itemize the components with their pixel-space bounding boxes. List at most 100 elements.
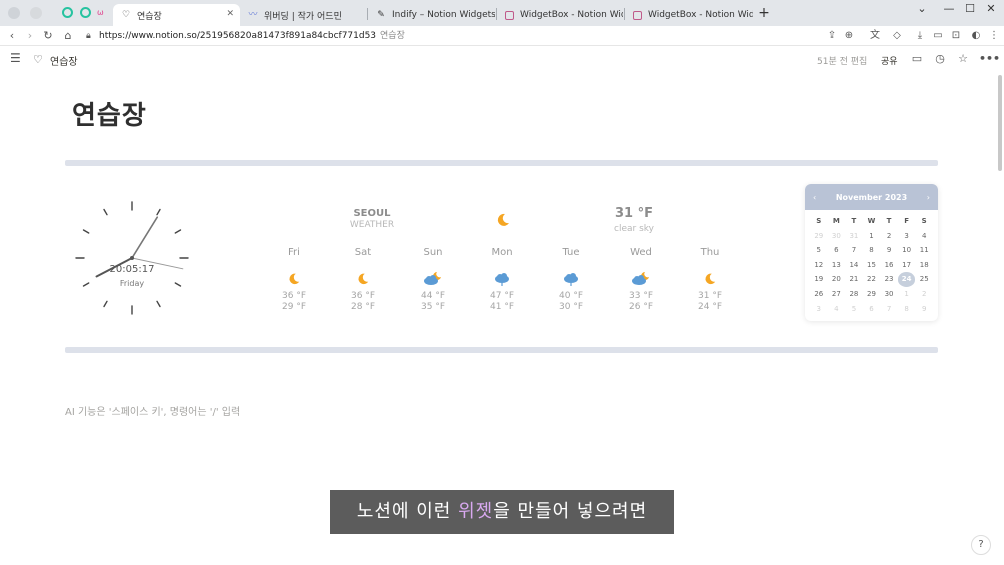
- calendar-day[interactable]: 2: [915, 287, 933, 302]
- download-icon[interactable]: ⤓: [912, 28, 928, 44]
- profile-icon[interactable]: [8, 7, 20, 19]
- calendar-day[interactable]: 30: [828, 229, 846, 244]
- url-field[interactable]: 🔒︎ https://www.notion.so/251956820a81473f…: [86, 28, 405, 44]
- divider: [65, 347, 938, 353]
- history-icon[interactable]: ◷: [933, 52, 947, 66]
- extension-circle-icon[interactable]: [62, 7, 73, 18]
- calendar-day[interactable]: 20: [828, 272, 846, 287]
- minimize-icon[interactable]: —: [939, 2, 959, 15]
- calendar-day[interactable]: 6: [828, 243, 846, 258]
- profile-avatar-icon[interactable]: ◐: [968, 28, 984, 44]
- calendar-day[interactable]: 31: [845, 229, 863, 244]
- pinned-tab-icon[interactable]: ω: [97, 7, 109, 19]
- page-title[interactable]: 연습장: [72, 95, 147, 132]
- chevron-down-icon[interactable]: ⌄: [912, 2, 932, 15]
- calendar-day[interactable]: 2: [880, 229, 898, 244]
- clock-tick: [156, 300, 161, 308]
- calendar-day[interactable]: 29: [810, 229, 828, 244]
- help-button[interactable]: ?: [971, 535, 991, 555]
- browser-tab-strip: ω ♡ 연습장 ✕ 〰 위버딩 | 작가 어드민 ✎ Indify – Noti…: [0, 0, 1004, 26]
- extensions-icon[interactable]: ◇: [889, 28, 905, 44]
- calendar-day[interactable]: 5: [810, 243, 828, 258]
- screenshot-icon[interactable]: ⊡: [948, 28, 964, 44]
- heart-icon: ♡: [33, 53, 43, 66]
- home-icon[interactable]: ⌂: [60, 28, 76, 44]
- tab[interactable]: ✎ Indify – Notion Widgets: [368, 4, 495, 26]
- subtitle-text: 노션에 이런: [356, 501, 459, 522]
- calendar-day[interactable]: 7: [845, 243, 863, 258]
- calendar-day[interactable]: 8: [863, 243, 881, 258]
- share-button[interactable]: 공유: [881, 54, 898, 67]
- calendar-day[interactable]: 9: [880, 243, 898, 258]
- calendar-day[interactable]: 12: [810, 258, 828, 273]
- wallet-icon[interactable]: ▭: [930, 28, 946, 44]
- calendar-day[interactable]: 25: [915, 272, 933, 287]
- widgetbox-icon: [505, 10, 514, 20]
- workspace-icon[interactable]: [30, 7, 42, 19]
- moon-icon: [495, 212, 511, 228]
- back-icon[interactable]: ‹: [4, 28, 20, 44]
- calendar-day[interactable]: 1: [863, 229, 881, 244]
- calendar-day[interactable]: 30: [880, 287, 898, 302]
- calendar-day[interactable]: 18: [915, 258, 933, 273]
- calendar-day[interactable]: 15: [863, 258, 881, 273]
- calendar-day-today[interactable]: 24: [897, 272, 916, 287]
- calendar-day[interactable]: 10: [898, 243, 916, 258]
- notion-topbar: ☰ ♡ 연습장 51분 전 편집 공유 ▭ ◷ ☆ •••: [0, 47, 1004, 73]
- reload-icon[interactable]: ↻: [40, 28, 56, 44]
- star-icon[interactable]: ☆: [956, 52, 970, 66]
- calendar-day[interactable]: 23: [880, 272, 898, 287]
- zoom-icon[interactable]: ⊕: [841, 28, 857, 44]
- calendar-day[interactable]: 9: [915, 302, 933, 317]
- window-close-icon[interactable]: ✕: [981, 2, 1001, 15]
- calendar-day[interactable]: 4: [915, 229, 933, 244]
- calendar-day[interactable]: 19: [810, 272, 828, 287]
- editor-placeholder[interactable]: AI 기능은 '스페이스 키', 명령어는 '/' 입력: [65, 403, 240, 418]
- more-horizontal-icon[interactable]: •••: [979, 52, 1000, 66]
- calendar-day[interactable]: 13: [828, 258, 846, 273]
- calendar-day[interactable]: 21: [845, 272, 863, 287]
- forecast-day: Fri 36 °F 29 °F: [269, 247, 319, 313]
- forecast-day: Wed 33 °F 26 °F: [616, 247, 666, 313]
- translate-icon[interactable]: 文: [867, 28, 883, 44]
- calendar-day[interactable]: 17: [898, 258, 916, 273]
- breadcrumb-page[interactable]: 연습장: [50, 53, 78, 68]
- calendar-day[interactable]: 7: [880, 302, 898, 317]
- calendar-day[interactable]: 3: [810, 302, 828, 317]
- maximize-icon[interactable]: ☐: [960, 2, 980, 15]
- calendar-day[interactable]: 29: [863, 287, 881, 302]
- calendar-day[interactable]: 3: [898, 229, 916, 244]
- prev-month-icon[interactable]: ‹: [813, 193, 816, 202]
- calendar-day[interactable]: 16: [880, 258, 898, 273]
- tab-label: Indify – Notion Widgets: [392, 10, 495, 20]
- comment-icon[interactable]: ▭: [910, 52, 924, 66]
- more-vertical-icon[interactable]: ⋮: [986, 28, 1002, 44]
- calendar-weekday: S: [816, 217, 822, 225]
- calendar-day[interactable]: 5: [845, 302, 863, 317]
- tab[interactable]: WidgetBox - Notion Widgets: [625, 4, 753, 26]
- calendar-day[interactable]: 8: [898, 302, 916, 317]
- sidebar-toggle-icon[interactable]: ☰: [10, 52, 22, 64]
- calendar-day[interactable]: 28: [845, 287, 863, 302]
- extension-circle-icon[interactable]: [80, 7, 91, 18]
- calendar-day[interactable]: 14: [845, 258, 863, 273]
- last-edited[interactable]: 51분 전 편집: [817, 54, 867, 67]
- calendar-day[interactable]: 26: [810, 287, 828, 302]
- calendar-day[interactable]: 27: [828, 287, 846, 302]
- tab[interactable]: 〰 위버딩 | 작가 어드민: [240, 4, 366, 26]
- next-month-icon[interactable]: ›: [927, 193, 930, 202]
- calendar-weekday: T: [851, 217, 857, 225]
- share-page-icon[interactable]: ⇪: [824, 28, 840, 44]
- calendar-day[interactable]: 6: [863, 302, 881, 317]
- forward-icon[interactable]: ›: [22, 28, 38, 44]
- close-icon[interactable]: ✕: [226, 9, 234, 19]
- scrollbar[interactable]: [998, 75, 1002, 171]
- calendar-day[interactable]: 4: [828, 302, 846, 317]
- moon-icon: [700, 271, 720, 287]
- calendar-day[interactable]: 11: [915, 243, 933, 258]
- new-tab-button[interactable]: +: [757, 4, 771, 22]
- tab[interactable]: WidgetBox - Notion Widgets: [497, 4, 623, 26]
- tab-active[interactable]: ♡ 연습장 ✕: [113, 4, 240, 26]
- calendar-day[interactable]: 1: [898, 287, 916, 302]
- calendar-day[interactable]: 22: [863, 272, 881, 287]
